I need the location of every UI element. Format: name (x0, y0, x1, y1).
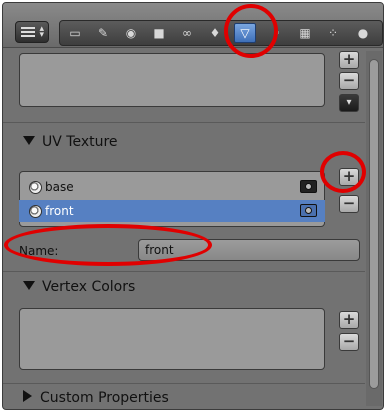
editor-type-icon (21, 27, 35, 37)
add-vertex-color-button[interactable]: + (339, 311, 359, 329)
collapsed-triangle-icon (23, 390, 32, 402)
material-icon: ◦ (273, 26, 281, 40)
list-item[interactable]: base (19, 176, 325, 198)
remove-button[interactable]: − (339, 72, 359, 90)
uv-map-icon (29, 204, 42, 218)
custom-properties-title: Custom Properties (40, 390, 169, 406)
updown-arrow-icon: ▴ ▾ (39, 24, 44, 40)
tab-material[interactable]: ◦ (266, 23, 288, 43)
properties-header: ▴ ▾ ▭ ✎ ◉ ■ ∞ ♦ ▽ ◦ ▦ ⁘ ● (3, 3, 383, 48)
tab-particles[interactable]: ⁘ (322, 23, 344, 43)
object-data-icon: ▽ (240, 26, 250, 40)
tab-modifiers[interactable]: ♦ (204, 23, 226, 43)
world-icon: ◉ (125, 26, 137, 40)
properties-editor: ▴ ▾ ▭ ✎ ◉ ■ ∞ ♦ ▽ ◦ ▦ ⁘ ● + − ▾ UV Texture base fro… (2, 2, 384, 410)
render-icon: ▭ (69, 26, 81, 40)
add-uv-texture-button[interactable]: + (339, 168, 359, 186)
custom-properties-header[interactable]: Custom Properties (23, 390, 169, 406)
uv-map-icon (29, 180, 42, 194)
uv-item-label: base (45, 180, 74, 194)
divider (3, 383, 365, 384)
tab-object-data[interactable]: ▽ (234, 23, 256, 43)
tab-render[interactable]: ▭ (64, 23, 86, 43)
tab-physics[interactable]: ● (352, 23, 374, 43)
uv-texture-header[interactable]: UV Texture (23, 134, 118, 150)
render-layers-icon: ✎ (97, 26, 109, 40)
render-camera-icon[interactable] (300, 180, 317, 193)
particles-icon: ⁘ (327, 26, 339, 40)
list-item[interactable]: front (19, 200, 325, 222)
tab-render-layers[interactable]: ✎ (92, 23, 114, 43)
constraints-icon: ∞ (182, 26, 192, 40)
divider (3, 271, 365, 272)
divider (3, 122, 365, 123)
tab-texture[interactable]: ▦ (294, 23, 316, 43)
context-tabs: ▭ ✎ ◉ ■ ∞ ♦ ▽ ◦ ▦ ⁘ ● (59, 20, 383, 46)
remove-uv-texture-button[interactable]: − (339, 195, 359, 213)
vertex-colors-title: Vertex Colors (42, 279, 136, 295)
tab-object[interactable]: ■ (148, 23, 170, 43)
physics-icon: ● (357, 26, 369, 40)
scrollbar-thumb[interactable] (369, 59, 379, 389)
specials-menu-button[interactable]: ▾ (339, 94, 359, 112)
scrollbar[interactable] (366, 51, 382, 406)
vertex-colors-list[interactable] (19, 308, 325, 370)
modifiers-icon: ♦ (209, 26, 221, 40)
name-label: Name: (19, 244, 59, 258)
uv-texture-title: UV Texture (42, 134, 118, 150)
uv-item-label: front (45, 204, 74, 218)
top-list[interactable] (19, 53, 325, 107)
editor-type-selector[interactable]: ▴ ▾ (15, 21, 49, 43)
expand-triangle-icon (23, 136, 35, 145)
tab-constraints[interactable]: ∞ (176, 23, 198, 43)
object-icon: ■ (153, 26, 165, 40)
expand-triangle-icon (23, 281, 35, 290)
texture-icon: ▦ (299, 26, 311, 40)
remove-vertex-color-button[interactable]: − (339, 333, 359, 351)
add-button[interactable]: + (339, 51, 359, 69)
tab-world[interactable]: ◉ (120, 23, 142, 43)
vertex-colors-header[interactable]: Vertex Colors (23, 279, 135, 295)
render-camera-icon[interactable] (300, 204, 317, 217)
name-field[interactable]: front (138, 239, 360, 261)
